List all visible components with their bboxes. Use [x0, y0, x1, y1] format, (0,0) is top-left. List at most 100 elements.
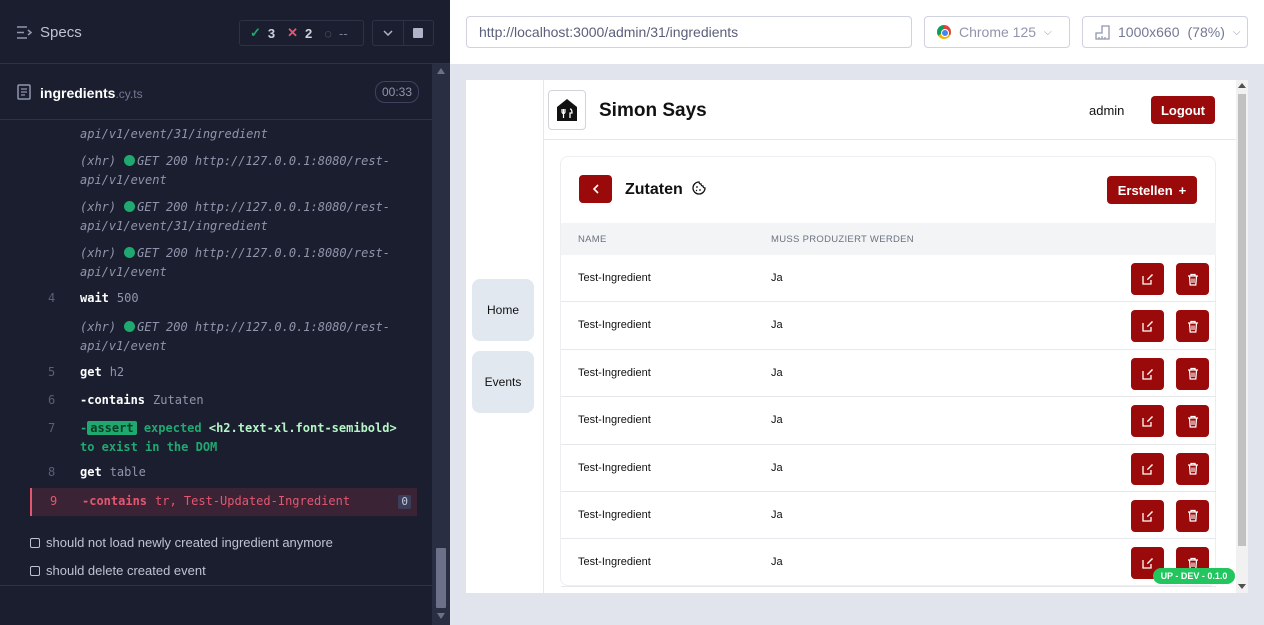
command-arg: tr, Test-Updated-Ingredient [155, 494, 351, 508]
spec-file-name[interactable]: ingredients.cy.ts [40, 85, 143, 101]
cypress-runner-panel: Specs ✓ 3 ✕ 2 ◌ -- ingredients.cy.ts 00:33 … [0, 0, 450, 625]
delete-button[interactable] [1176, 452, 1209, 485]
cookie-icon [692, 181, 706, 195]
app-logo[interactable] [548, 90, 586, 130]
must-produce-value: Ja [771, 461, 783, 474]
edit-button[interactable] [1131, 310, 1164, 343]
edit-button[interactable] [1131, 263, 1164, 295]
table-row: Test-Ingredient Ja [561, 445, 1216, 492]
xhr-url: api/v1/event [80, 339, 167, 353]
status-dot-icon [124, 201, 136, 212]
runner-scrollbar[interactable] [432, 64, 450, 625]
edit-button[interactable] [1131, 405, 1164, 438]
test-item[interactable]: should not load newly created ingredient… [30, 535, 333, 550]
trash-icon [1187, 367, 1199, 380]
user-name: admin [1089, 103, 1125, 118]
scroll-down-icon[interactable] [1238, 584, 1246, 589]
delete-button[interactable] [1176, 357, 1209, 390]
browser-selector[interactable]: Chrome 125 ⌵ [924, 16, 1070, 48]
ruler-icon [1095, 24, 1110, 40]
xhr-tag: (xhr) [80, 320, 117, 334]
ingredient-name: Test-Ingredient [578, 366, 651, 379]
assert-text: expected [143, 421, 202, 435]
command-name: -contains [82, 494, 148, 508]
test-title: should not load newly created ingredient… [46, 535, 333, 550]
scroll-up-icon[interactable] [437, 68, 445, 74]
xhr-url: api/v1/event [80, 173, 167, 187]
must-produce-value: Ja [771, 319, 783, 332]
test-item[interactable]: should delete created event [30, 563, 206, 578]
failed-command[interactable]: 9 -contains tr, Test-Updated-Ingredient 0 [30, 488, 417, 516]
scroll-down-icon[interactable] [437, 613, 445, 619]
test-title: should delete created event [46, 563, 206, 578]
command-number: 7 [48, 421, 56, 435]
spec-file-bar: ingredients.cy.ts 00:33 [0, 64, 432, 120]
app-scrollbar-thumb[interactable] [1238, 94, 1246, 546]
ingredient-name: Test-Ingredient [578, 556, 651, 569]
command-log: api/v1/event/31/ingredient (xhr) GET 200 … [30, 120, 417, 520]
page-title: Zutaten [625, 181, 683, 198]
command-arg: Zutaten [153, 393, 204, 407]
xhr-tag: (xhr) [80, 154, 117, 168]
column-header-name[interactable]: NAME [578, 234, 607, 245]
scroll-up-icon[interactable] [1238, 83, 1246, 88]
passed-count: 3 [267, 25, 276, 41]
table-row: Test-Ingredient Ja [561, 350, 1216, 398]
command-arg: 500 [116, 291, 139, 305]
must-produce-value: Ja [771, 556, 783, 569]
table-body: Test-Ingredient Ja Test-Ingredient Ja Test-I… [561, 255, 1216, 587]
command-name: wait [80, 291, 109, 305]
edit-button[interactable] [1131, 499, 1164, 532]
table-header: NAME MUSS PRODUZIERT WERDEN [561, 223, 1216, 255]
delete-button[interactable] [1176, 499, 1209, 532]
nav-events[interactable]: Events [472, 351, 534, 413]
runner-header: Specs ✓ 3 ✕ 2 ◌ -- [0, 0, 450, 64]
runner-scrollbar-thumb[interactable] [436, 548, 446, 608]
assert-badge: assert [87, 421, 137, 435]
xhr-url: api/v1/event/31/ingredient [80, 127, 268, 141]
edit-button[interactable] [1131, 357, 1164, 390]
status-dot-icon [124, 155, 136, 166]
nav-home[interactable]: Home [472, 279, 534, 341]
ingredient-name: Test-Ingredient [578, 461, 651, 474]
browser-preview: http://localhost:3000/admin/31/ingredien… [450, 0, 1264, 625]
test-stats: ✓ 3 ✕ 2 ◌ -- [239, 20, 364, 46]
logout-button[interactable]: Logout [1151, 96, 1215, 124]
test-status-icon [30, 565, 40, 576]
spec-duration: 00:33 [375, 81, 420, 103]
failed-count: 2 [305, 25, 313, 41]
app-title: Simon Says [599, 100, 707, 121]
spec-file-ext: .cy.ts [115, 87, 143, 101]
delete-button[interactable] [1176, 405, 1209, 438]
trash-icon [1187, 415, 1199, 428]
specs-list-icon[interactable] [16, 24, 33, 41]
browser-toolbar: http://localhost:3000/admin/31/ingredien… [450, 0, 1264, 64]
delete-button[interactable] [1176, 263, 1209, 295]
delete-button[interactable] [1176, 310, 1209, 343]
create-label: Erstellen [1117, 182, 1173, 198]
house-utensils-icon [557, 99, 577, 121]
viewport-selector[interactable]: 1000x660 (78%) ⌵ [1082, 16, 1248, 48]
back-button[interactable] [579, 175, 612, 203]
trash-icon [1187, 509, 1199, 523]
column-header-produce[interactable]: MUSS PRODUZIERT WERDEN [771, 234, 914, 245]
command-number: 8 [48, 465, 56, 479]
edit-icon [1141, 510, 1154, 522]
edit-icon [1141, 415, 1154, 427]
viewport-zoom: (78%) [1187, 24, 1225, 40]
chevron-down-icon: ⌵ [1232, 26, 1241, 38]
assert-element: <h2.text-xl.font-semibold> [208, 421, 397, 435]
specs-label[interactable]: Specs [40, 24, 82, 41]
expand-button[interactable] [373, 21, 403, 45]
edit-icon [1141, 320, 1154, 333]
assert-text: to exist in the DOM [80, 440, 218, 454]
app-header: Simon Says admin Logout [544, 80, 1236, 140]
stop-button[interactable] [402, 21, 434, 45]
edit-button[interactable] [1131, 452, 1164, 485]
trash-icon [1187, 320, 1199, 333]
edit-icon [1141, 557, 1154, 569]
trash-icon [1187, 273, 1199, 286]
command-number: 6 [48, 393, 56, 407]
url-bar[interactable]: http://localhost:3000/admin/31/ingredien… [466, 16, 912, 48]
create-button[interactable]: Erstellen + [1107, 176, 1197, 204]
